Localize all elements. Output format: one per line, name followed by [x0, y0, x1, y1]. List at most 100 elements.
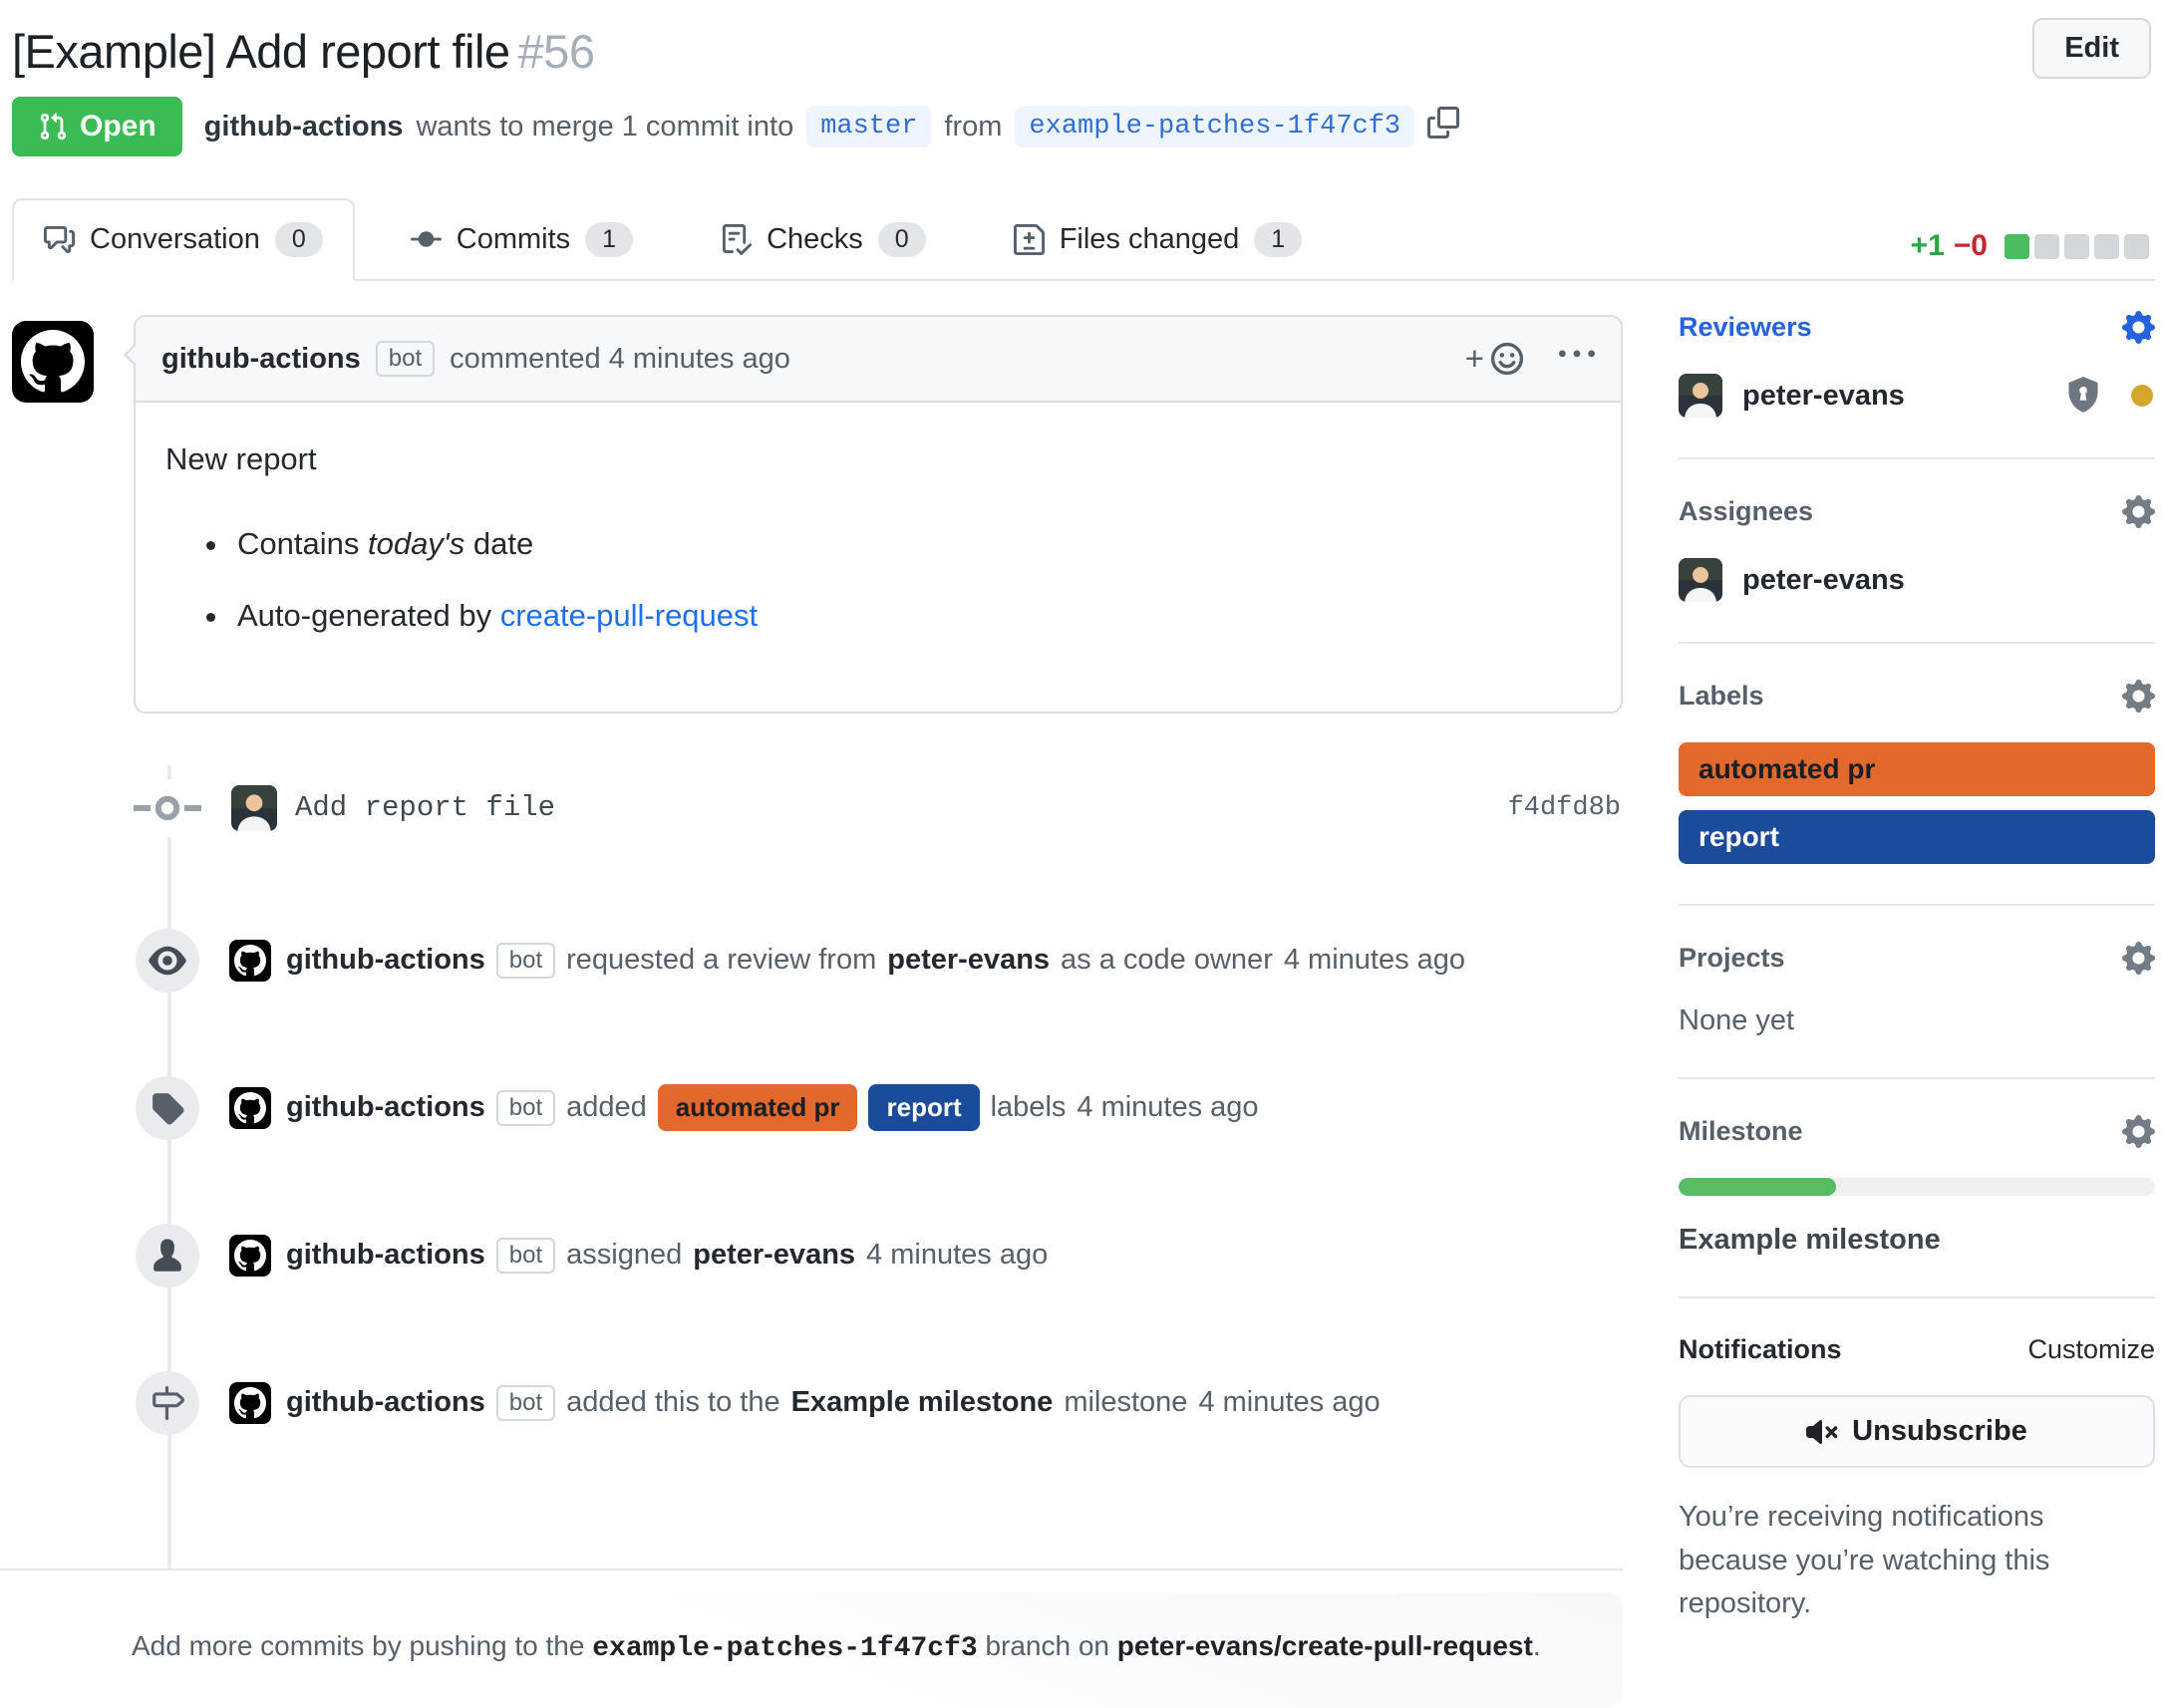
event-timestamp: 4 minutes ago [1198, 1386, 1380, 1419]
pr-timeline: Add report file f4dfd8b github-actions b… [12, 779, 1623, 1568]
diff-block [2124, 234, 2149, 259]
bot-badge: bot [496, 943, 555, 979]
labels-title: Labels [1679, 681, 1764, 712]
create-pull-request-link[interactable]: create-pull-request [500, 598, 758, 633]
assignee-name[interactable]: peter-evans [1742, 564, 1905, 597]
label-chip-report[interactable]: report [868, 1084, 979, 1131]
reviewer-name[interactable]: peter-evans [1742, 380, 1905, 413]
milestone-name[interactable]: Example milestone [1679, 1224, 1941, 1256]
event-target-milestone[interactable]: Example milestone [791, 1386, 1054, 1419]
notifications-section: Notifications Customize Unsubscribe You’… [1679, 1326, 2155, 1666]
event-target-user[interactable]: peter-evans [887, 944, 1050, 977]
event-actor[interactable]: github-actions [286, 944, 485, 977]
copy-branch-icon[interactable] [1427, 107, 1459, 146]
projects-title: Projects [1679, 943, 1785, 974]
notifications-header: Notifications Customize [1679, 1334, 2155, 1365]
assignees-title: Assignees [1679, 496, 1813, 527]
comment-bullet: Contains today's date [231, 521, 1591, 568]
sidebar-label-report[interactable]: report [1679, 810, 2155, 864]
diff-block [2094, 234, 2119, 259]
commit-message-link[interactable]: Add report file [295, 791, 555, 824]
tab-conversation[interactable]: Conversation 0 [12, 198, 355, 281]
event-actor[interactable]: github-actions [286, 1091, 485, 1124]
checklist-icon [721, 224, 752, 255]
merge-summary: github-actions wants to merge 1 commit i… [204, 106, 1459, 147]
event-timestamp: 4 minutes ago [866, 1239, 1048, 1272]
tab-files-changed[interactable]: Files changed 1 [982, 198, 1334, 281]
event-actor[interactable]: github-actions [286, 1386, 485, 1419]
pr-meta-row: Open github-actions wants to merge 1 com… [12, 97, 2155, 156]
assignee-row: peter-evans [1679, 558, 2155, 602]
github-actions-avatar[interactable] [229, 1235, 271, 1277]
tab-count: 0 [275, 222, 323, 257]
edit-button[interactable]: Edit [2032, 18, 2151, 79]
milestone-section: Milestone Example milestone [1679, 1107, 2155, 1298]
push-instructions: Add more commits by pushing to the examp… [12, 1592, 1623, 1708]
reviewers-section: Reviewers peter-evans [1679, 303, 2155, 459]
push-repo-name: peter-evans/create-pull-request [1117, 1630, 1533, 1661]
octocat-icon [21, 330, 85, 394]
event-actor[interactable]: github-actions [286, 1239, 485, 1272]
pr-sidebar: Reviewers peter-evans Assignees pet [1679, 281, 2155, 1708]
comment-body: New report Contains today's date Auto-ge… [136, 403, 1621, 712]
gear-icon[interactable] [2122, 1115, 2155, 1148]
github-actions-avatar[interactable] [229, 1087, 271, 1129]
merge-action-text: wants to merge 1 commit into [416, 111, 793, 143]
projects-section: Projects None yet [1679, 934, 2155, 1079]
gear-icon[interactable] [2122, 311, 2155, 344]
github-actions-avatar[interactable] [12, 321, 94, 403]
add-reaction-button[interactable]: + [1465, 340, 1525, 378]
tab-count: 1 [585, 222, 633, 257]
timeline-event-milestoned: github-actions bot added this to the Exa… [12, 1371, 1623, 1435]
sidebar-label-automated-pr[interactable]: automated pr [1679, 742, 2155, 796]
label-chip-automated-pr[interactable]: automated pr [658, 1084, 858, 1131]
reviewers-title[interactable]: Reviewers [1679, 312, 1812, 343]
diffstat: +1 −0 [1911, 229, 2149, 279]
diffstat-blocks [2005, 234, 2149, 259]
head-branch-chip[interactable]: example-patches-1f47cf3 [1015, 106, 1414, 147]
pull-request-page: [Example] Add report file#56 Edit Open g… [0, 0, 2165, 1708]
event-text: github-actions bot requested a review fr… [286, 943, 1465, 979]
git-pull-request-icon [38, 112, 68, 142]
timeline-event-assigned: github-actions bot assigned peter-evans … [12, 1224, 1623, 1287]
tab-label: Checks [767, 223, 863, 256]
projects-empty-text: None yet [1679, 1004, 2155, 1037]
customize-link[interactable]: Customize [2027, 1334, 2155, 1365]
eye-icon [136, 929, 199, 993]
gear-icon[interactable] [2122, 942, 2155, 975]
pr-author[interactable]: github-actions [204, 111, 404, 143]
base-branch-chip[interactable]: master [806, 106, 931, 147]
committer-avatar[interactable] [231, 785, 277, 831]
comment-intro: New report [165, 436, 1591, 483]
gear-icon[interactable] [2122, 680, 2155, 712]
event-target-user[interactable]: peter-evans [693, 1239, 855, 1272]
smiley-icon [1489, 341, 1525, 377]
github-actions-avatar[interactable] [229, 1382, 271, 1424]
labels-section: Labels automated pr report [1679, 672, 2155, 906]
assignees-header: Assignees [1679, 495, 2155, 528]
diff-block [2005, 234, 2029, 259]
assignee-avatar[interactable] [1679, 558, 1722, 602]
plus-icon: + [1465, 340, 1484, 378]
event-timestamp: 4 minutes ago [1077, 1091, 1258, 1124]
labels-header: Labels [1679, 680, 2155, 712]
comment-author[interactable]: github-actions [161, 343, 361, 376]
push-branch-name: example-patches-1f47cf3 [592, 1633, 977, 1664]
github-actions-avatar[interactable] [229, 940, 271, 982]
pr-number: #56 [518, 25, 595, 78]
tab-checks[interactable]: Checks 0 [689, 198, 958, 281]
gear-icon[interactable] [2122, 495, 2155, 528]
timeline-divider [0, 1568, 1623, 1570]
comment-bullet: Auto-generated by create-pull-request [231, 593, 1591, 640]
comment-actions: + [1465, 337, 1595, 381]
unsubscribe-button[interactable]: Unsubscribe [1679, 1395, 2155, 1468]
commit-sha-link[interactable]: f4dfd8b [1508, 793, 1621, 823]
reviewer-avatar[interactable] [1679, 374, 1722, 418]
assignees-section: Assignees peter-evans [1679, 487, 2155, 644]
state-badge: Open [12, 97, 182, 156]
kebab-menu-icon[interactable] [1559, 337, 1595, 381]
tab-commits[interactable]: Commits 1 [379, 198, 665, 281]
pending-review-dot [2131, 385, 2153, 407]
commit-dot-icon [134, 779, 201, 837]
projects-header: Projects [1679, 942, 2155, 975]
